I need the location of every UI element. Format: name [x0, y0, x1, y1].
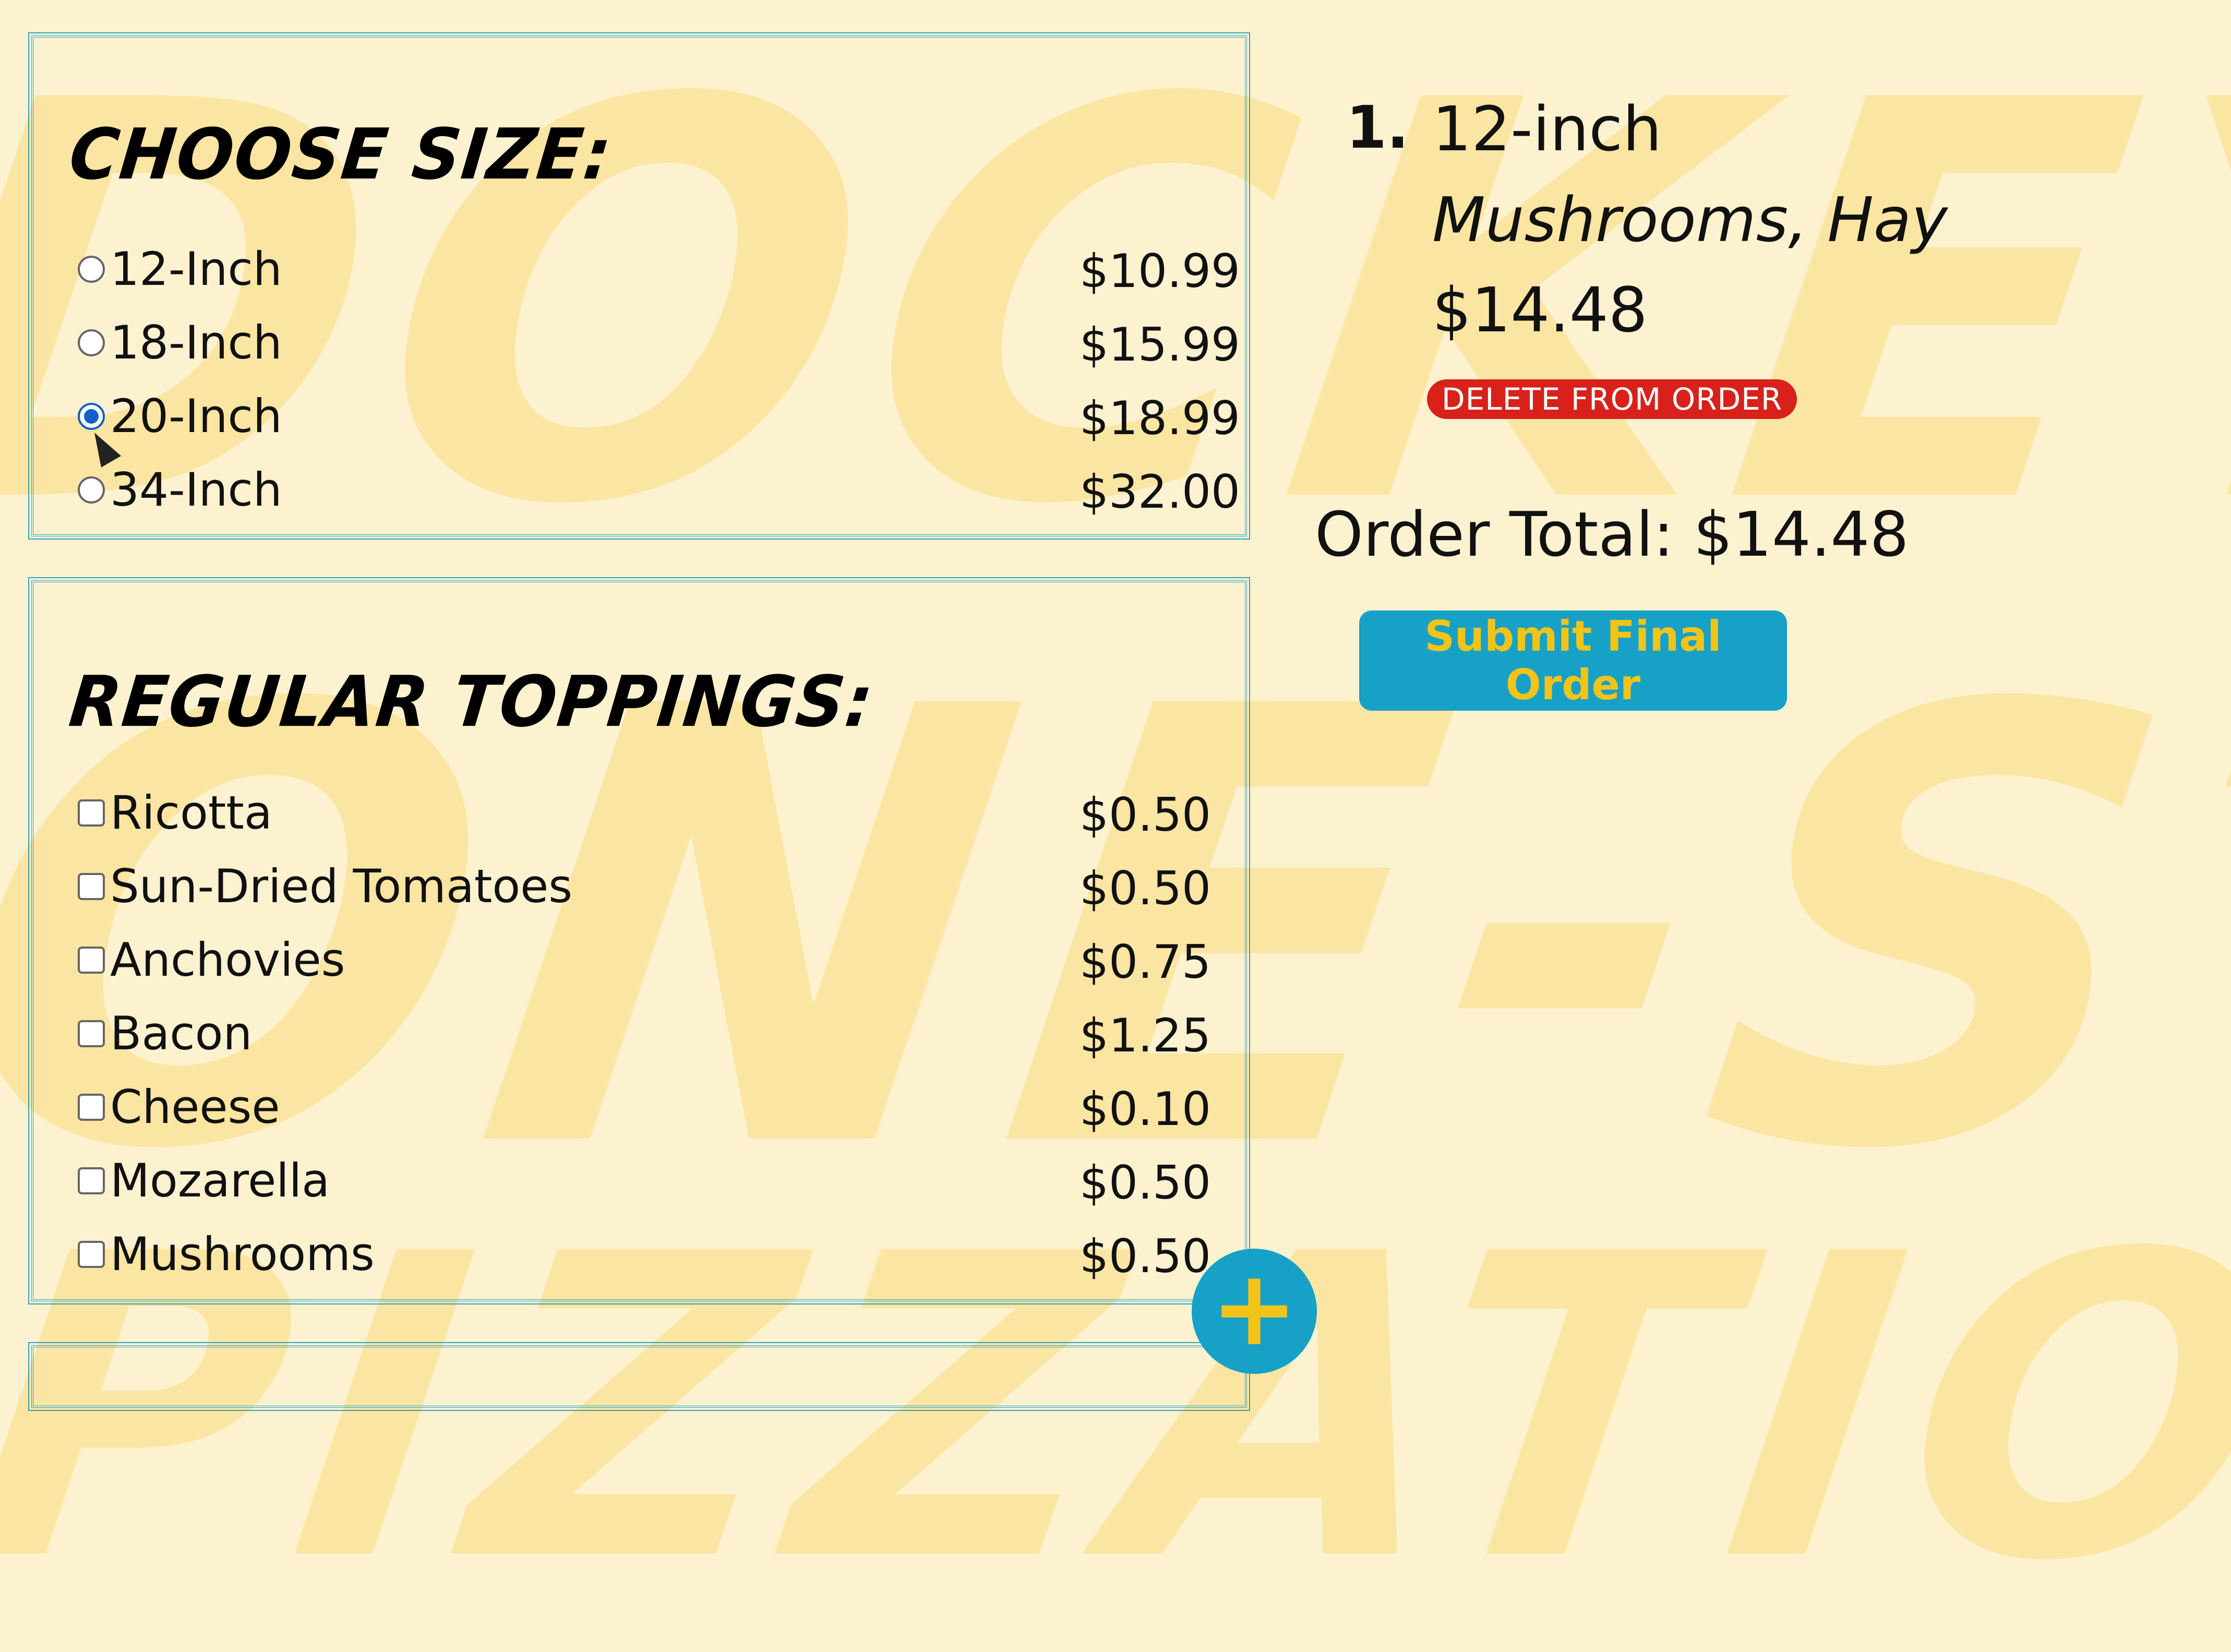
- panel-title: CHOOSE SIZE:: [65, 114, 616, 196]
- submit-final-order-button[interactable]: Submit Final Order: [1359, 610, 1787, 711]
- option-price: $0.50: [1079, 1156, 1211, 1210]
- topping-option-cheese[interactable]: Cheese $0.10: [78, 1080, 1215, 1138]
- option-label: Bacon: [110, 1007, 253, 1060]
- panel-title: REGULAR TOPPINGS:: [65, 661, 878, 743]
- delete-from-order-button[interactable]: DELETE FROM ORDER: [1427, 379, 1797, 419]
- topping-option-ricotta[interactable]: Ricotta $0.50: [78, 786, 1215, 843]
- option-label: Anchovies: [110, 933, 345, 987]
- option-price: $10.99: [1079, 244, 1240, 298]
- topping-option-sun-dried-tomatoes[interactable]: Sun-Dried Tomatoes $0.50: [78, 859, 1215, 917]
- size-option-18-inch[interactable]: 18-Inch $15.99: [78, 316, 1240, 373]
- topping-option-mozarella[interactable]: Mozarella $0.50: [78, 1154, 1215, 1211]
- topping-option-anchovies[interactable]: Anchovies $0.75: [78, 933, 1215, 990]
- checkbox[interactable]: [78, 873, 105, 900]
- checkbox[interactable]: [78, 799, 105, 827]
- option-price: $0.50: [1079, 788, 1211, 842]
- checkbox[interactable]: [78, 1167, 105, 1194]
- order-item-number: 1.: [1346, 94, 1409, 162]
- size-option-20-inch[interactable]: 20-Inch $18.99: [78, 389, 1240, 447]
- option-price: $32.00: [1079, 465, 1240, 519]
- option-price: $0.10: [1079, 1082, 1211, 1136]
- option-price: $0.50: [1079, 1229, 1211, 1283]
- checkbox[interactable]: [78, 947, 105, 974]
- radio-button[interactable]: [78, 329, 105, 356]
- radio-button-selected[interactable]: [78, 403, 105, 430]
- size-option-12-inch[interactable]: 12-Inch $10.99: [78, 242, 1240, 300]
- choose-size-panel: CHOOSE SIZE: 12-Inch $10.99 18-Inch $15.…: [28, 32, 1250, 540]
- option-label: Cheese: [110, 1080, 280, 1134]
- option-label: 12-Inch: [110, 242, 282, 296]
- plus-icon: +: [1210, 1248, 1298, 1369]
- option-label: Ricotta: [110, 786, 272, 840]
- checkbox[interactable]: [78, 1094, 105, 1121]
- option-label: 20-Inch: [110, 389, 282, 443]
- radio-button[interactable]: [78, 256, 105, 283]
- order-total: Order Total: $14.48: [1315, 498, 1909, 570]
- order-item-size: 12-inch: [1432, 93, 1662, 165]
- option-price: $0.75: [1079, 935, 1211, 989]
- size-option-34-inch[interactable]: 34-Inch $32.00: [78, 463, 1240, 520]
- topping-option-bacon[interactable]: Bacon $1.25: [78, 1007, 1215, 1064]
- option-label: Sun-Dried Tomatoes: [110, 859, 573, 913]
- add-button[interactable]: +: [1192, 1249, 1317, 1374]
- option-price: $18.99: [1079, 391, 1240, 445]
- topping-option-mushrooms[interactable]: Mushrooms $0.50: [78, 1227, 1215, 1285]
- order-item-toppings: Mushrooms, Hay: [1432, 184, 1948, 256]
- option-label: Mozarella: [110, 1154, 330, 1207]
- option-label: Mushrooms: [110, 1227, 375, 1281]
- checkbox[interactable]: [78, 1020, 105, 1047]
- option-label: 34-Inch: [110, 463, 282, 517]
- order-item-price: $14.48: [1432, 274, 1648, 346]
- checkbox[interactable]: [78, 1241, 105, 1268]
- option-price: $1.25: [1079, 1009, 1211, 1062]
- next-panel: [28, 1342, 1250, 1411]
- regular-toppings-panel: REGULAR TOPPINGS: Ricotta $0.50 Sun-Drie…: [28, 577, 1250, 1304]
- option-price: $15.99: [1079, 318, 1240, 372]
- option-label: 18-Inch: [110, 316, 282, 369]
- radio-button[interactable]: [78, 476, 105, 504]
- option-price: $0.50: [1079, 861, 1211, 915]
